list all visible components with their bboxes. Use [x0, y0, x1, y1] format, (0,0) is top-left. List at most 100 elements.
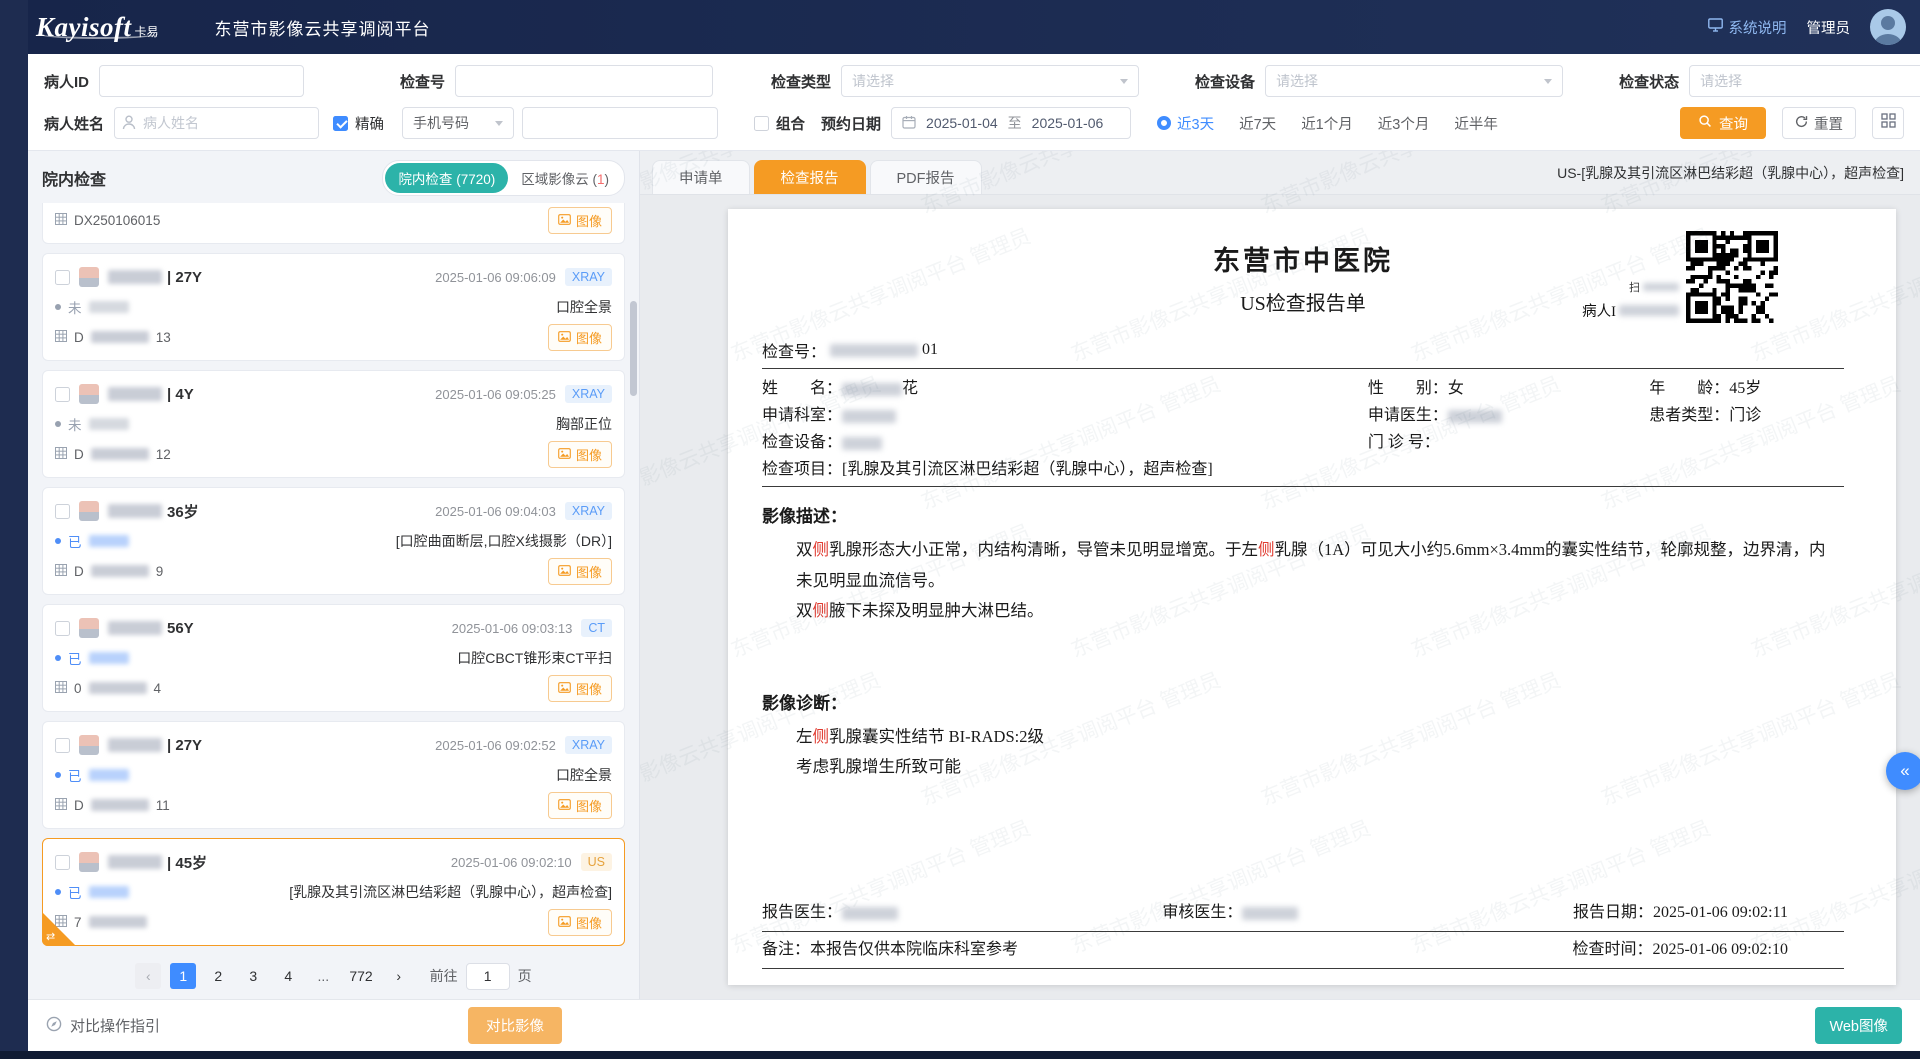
system-help-link[interactable]: 系统说明 — [1708, 17, 1787, 38]
exam-time: 2025-01-06 09:05:25 — [435, 387, 556, 402]
reset-button[interactable]: 重置 — [1782, 107, 1856, 139]
page-button-4[interactable]: 4 — [275, 963, 301, 989]
image-button[interactable]: 图像 — [548, 207, 612, 234]
compare-guide[interactable]: 对比操作指引 — [46, 1015, 160, 1036]
list-item[interactable]: 56Y2025-01-06 09:03:13CT已口腔CBCT锥形束CT平扫04… — [42, 604, 625, 712]
page-button-3[interactable]: 3 — [240, 963, 266, 989]
date-range-picker[interactable]: 2025-01-04 至 2025-01-06 — [891, 107, 1131, 139]
patient-age: 56Y — [167, 620, 194, 637]
user-avatar[interactable] — [1870, 9, 1906, 45]
divider — [762, 368, 1844, 369]
label: 患者类型： — [1649, 407, 1729, 424]
list-item[interactable]: | 27Y2025-01-06 09:02:52XRAY已口腔全景D11图像 — [42, 721, 625, 829]
patient-name: 56Y — [108, 620, 194, 637]
exam-type-select[interactable]: 请选择 — [841, 65, 1139, 97]
quick-range-3[interactable]: 近3个月 — [1378, 113, 1430, 134]
exam-time: 2025-01-06 09:04:03 — [435, 504, 556, 519]
card-row-bottom: D9图像 — [55, 556, 612, 586]
quick-range-0[interactable]: 近3天 — [1157, 113, 1214, 134]
patient-name: | 4Y — [108, 386, 194, 403]
quick-range-4[interactable]: 近半年 — [1454, 113, 1498, 134]
quick-range-2[interactable]: 近1个月 — [1301, 113, 1353, 134]
exam-no-input[interactable] — [455, 65, 713, 97]
label: 姓 名： — [762, 380, 842, 397]
patient-id-input[interactable] — [99, 65, 304, 97]
grid-icon — [55, 213, 67, 228]
tab-exam-report[interactable]: 检查报告 — [754, 160, 866, 194]
phone-select[interactable]: 手机号码 — [402, 107, 514, 139]
redacted-exam-number — [89, 682, 147, 694]
card-row-top: 36岁2025-01-06 09:04:03XRAY — [55, 496, 612, 526]
item-checkbox[interactable] — [55, 621, 70, 636]
tab-application-form[interactable]: 申请单 — [652, 160, 750, 194]
compare-images-button[interactable]: 对比影像 — [468, 1007, 562, 1044]
content-area: 院内检查 院内检查 (7720)区域影像云 (1) DX250106015图像|… — [28, 151, 1920, 999]
item-checkbox[interactable] — [55, 387, 70, 402]
chevron-down-icon — [495, 121, 503, 126]
page-button-1[interactable]: 1 — [170, 963, 196, 989]
status-dot — [55, 655, 61, 661]
list-item[interactable]: 36岁2025-01-06 09:04:03XRAY已[口腔曲面断层,口腔X线摄… — [42, 487, 625, 595]
patient-avatar — [79, 267, 99, 287]
image-button[interactable]: 图像 — [548, 324, 612, 351]
quick-range-label: 近半年 — [1454, 113, 1498, 134]
card-row-status: 已[口腔曲面断层,口腔X线摄影（DR）] — [55, 526, 612, 556]
page-ellipsis: ... — [310, 963, 336, 989]
calendar-icon — [902, 115, 916, 132]
exam-number: DX250106015 — [55, 213, 160, 228]
modality-tag: US — [581, 853, 612, 871]
goto-page-input[interactable] — [466, 963, 510, 990]
combine-checkbox[interactable] — [754, 116, 769, 131]
layout-switch-button[interactable] — [1872, 107, 1904, 139]
modality-tag: XRAY — [565, 736, 612, 754]
item-checkbox[interactable] — [55, 504, 70, 519]
tab-regional-cloud[interactable]: 区域影像云 (1) — [508, 163, 622, 193]
page-button-772[interactable]: 772 — [345, 963, 376, 989]
list-scrollbar[interactable] — [630, 301, 637, 396]
image-button[interactable]: 图像 — [548, 675, 612, 702]
image-button[interactable]: 图像 — [548, 909, 612, 936]
list-item[interactable]: DX250106015 图像 — [42, 203, 625, 244]
image-button[interactable]: 图像 — [548, 441, 612, 468]
exam-time: 2025-01-06 09:03:13 — [452, 621, 573, 636]
tab-pdf-report[interactable]: PDF报告 — [870, 160, 982, 194]
exam-number: D12 — [55, 447, 171, 462]
field-device: 检查设备： — [762, 429, 1368, 456]
expand-panel-button[interactable]: « — [1886, 752, 1920, 790]
card-row-bottom: 7图像 — [55, 907, 612, 937]
item-checkbox[interactable] — [55, 855, 70, 870]
label: 审核医生： — [1162, 904, 1242, 921]
grid-icon — [55, 798, 67, 813]
search-button[interactable]: 查询 — [1680, 107, 1766, 139]
card-row-status: 未胸部正位 — [55, 409, 612, 439]
exact-checkbox[interactable] — [333, 116, 348, 131]
next-page-button[interactable]: › — [386, 963, 412, 989]
image-button[interactable]: 图像 — [548, 792, 612, 819]
patient-name: | 27Y — [108, 737, 202, 754]
phone-input[interactable] — [522, 107, 718, 139]
list-item[interactable]: | 4Y 2025-01-06 09:05:25 XRAY 未胸部正位 D12 图像 — [42, 370, 625, 478]
prev-page-button[interactable]: ‹ — [135, 963, 161, 989]
patient-name-input[interactable] — [114, 107, 319, 139]
modality-tag: CT — [581, 619, 612, 637]
web-image-button[interactable]: Web图像 — [1815, 1007, 1902, 1044]
divider — [762, 486, 1844, 487]
grid-icon — [55, 330, 67, 345]
list-item[interactable]: | 27Y2025-01-06 09:06:09XRAY未口腔全景D13图像 — [42, 253, 625, 361]
tab-hospital-exams[interactable]: 院内检查 (7720) — [385, 163, 508, 193]
redacted-status — [89, 418, 129, 430]
qr-captions: 扫 病人I — [1582, 279, 1679, 323]
list-item[interactable]: | 45岁2025-01-06 09:02:10US已[乳腺及其引流区淋巴结彩超… — [42, 838, 625, 946]
image-button[interactable]: 图像 — [548, 558, 612, 585]
exact-label: 精确 — [355, 113, 384, 134]
device-select[interactable]: 请选择 — [1265, 65, 1563, 97]
item-checkbox[interactable] — [55, 738, 70, 753]
redacted-text — [842, 410, 896, 423]
exam-list: DX250106015图像| 27Y2025-01-06 09:06:09XRA… — [28, 201, 639, 953]
exam-number: D11 — [55, 798, 170, 813]
item-checkbox[interactable] — [55, 270, 70, 285]
modality-tag: XRAY — [565, 385, 612, 403]
quick-range-1[interactable]: 近7天 — [1239, 113, 1276, 134]
status-select[interactable]: 请选择 — [1689, 65, 1920, 97]
page-button-2[interactable]: 2 — [205, 963, 231, 989]
